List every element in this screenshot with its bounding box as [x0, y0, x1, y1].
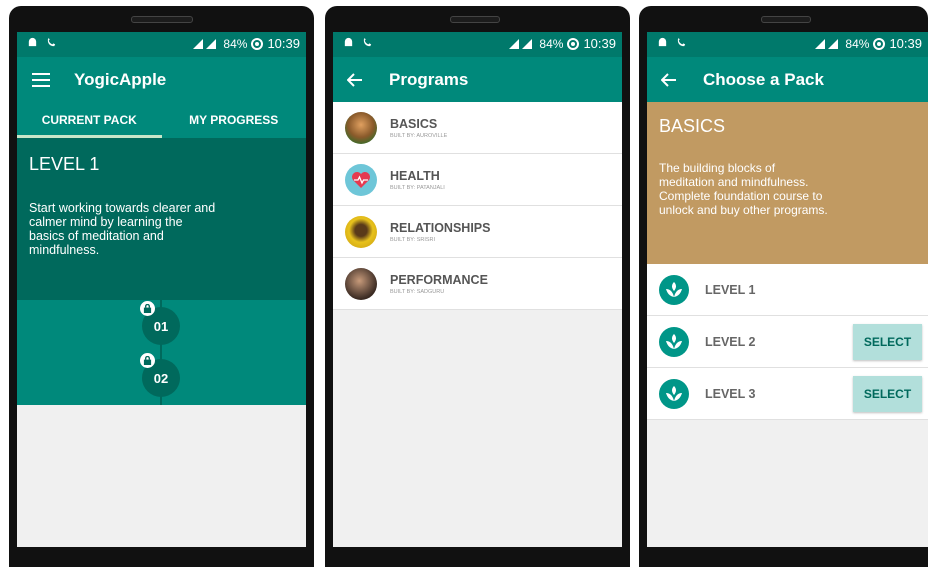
- pack-level-row-2: LEVEL 2 SELECT: [647, 316, 928, 368]
- signal-icon: [509, 38, 533, 49]
- tab-my-progress[interactable]: MY PROGRESS: [162, 102, 307, 138]
- level-label: LEVEL 1: [705, 282, 756, 297]
- screen-programs: 84% 10:39 Programs BASICS BUILT BY: AUROV…: [333, 32, 622, 547]
- toolbar: Programs: [333, 57, 622, 102]
- heart-icon: [345, 163, 377, 196]
- status-bar: 84% 10:39: [17, 32, 306, 57]
- level-node-label: 01: [153, 318, 169, 334]
- android-notification-icon: [28, 37, 37, 47]
- level-node-label: 02: [153, 370, 169, 386]
- back-arrow-icon[interactable]: [661, 72, 677, 87]
- clock-time: 10:39: [267, 36, 300, 51]
- signal-icon: [193, 38, 217, 49]
- phone-notification-icon: [677, 37, 686, 47]
- program-author: BUILT BY: AUROVILLE: [390, 132, 448, 139]
- relationships-avatar: [345, 215, 377, 248]
- select-level-3-button[interactable]: SELECT: [853, 376, 922, 412]
- program-name: RELATIONSHIPS: [390, 220, 491, 235]
- screen-choose-pack: 84% 10:39 Choose a Pack BASICS The build…: [647, 32, 928, 547]
- screen-home: 84% 10:39 YogicApple CURRENT PACK MY PRO…: [17, 32, 306, 547]
- clock-time: 10:39: [889, 36, 922, 51]
- pack-hero: BASICS The building blocks of meditation…: [647, 102, 928, 264]
- back-arrow-icon[interactable]: [347, 72, 363, 87]
- android-notification-icon: [658, 37, 667, 47]
- level-node-01[interactable]: 01: [140, 301, 180, 345]
- phone-frame-2: 84% 10:39 Programs BASICS BUILT BY: AUROV…: [325, 6, 630, 567]
- android-notification-icon: [344, 37, 353, 47]
- program-item-basics[interactable]: BASICS BUILT BY: AUROVILLE: [333, 102, 622, 154]
- pack-level-row-1: LEVEL 1: [647, 264, 928, 316]
- menu-icon[interactable]: [32, 72, 50, 87]
- signal-icon: [815, 38, 839, 49]
- battery-percent: 84%: [223, 36, 248, 51]
- select-level-2-button[interactable]: SELECT: [853, 324, 922, 360]
- program-name: HEALTH: [390, 168, 440, 183]
- tab-current-pack[interactable]: CURRENT PACK: [17, 102, 162, 138]
- lotus-icon: [659, 326, 689, 357]
- phone-notification-icon: [47, 37, 56, 47]
- level-label: LEVEL 3: [705, 386, 756, 401]
- program-item-relationships[interactable]: RELATIONSHIPS BUILT BY: SRISRI: [333, 206, 622, 258]
- level-node-02[interactable]: 02: [140, 353, 180, 397]
- page-title: Programs: [389, 69, 469, 89]
- pack-level-list: LEVEL 1 LEVEL 2 SELECT LEVEL 3 SELECT: [647, 264, 928, 420]
- speaker-grille: [761, 16, 811, 23]
- page-title: Choose a Pack: [703, 69, 824, 89]
- phone-bezel-bottom: [325, 547, 630, 567]
- program-item-performance[interactable]: PERFORMANCE BUILT BY: SADGURU: [333, 258, 622, 310]
- battery-percent: 84%: [539, 36, 564, 51]
- speaker-grille: [450, 16, 500, 23]
- performance-avatar: [345, 267, 377, 300]
- program-list: BASICS BUILT BY: AUROVILLE HEALTH BUILT BY…: [333, 102, 622, 310]
- program-name: BASICS: [390, 116, 438, 131]
- phone-frame-3: 84% 10:39 Choose a Pack BASICS The build…: [639, 6, 928, 567]
- battery-percent: 84%: [845, 36, 870, 51]
- phone-frame-1: 84% 10:39 YogicApple CURRENT PACK MY PRO…: [9, 6, 314, 567]
- tab-bar: CURRENT PACK MY PROGRESS: [17, 102, 306, 138]
- pack-level-row-3: LEVEL 3 SELECT: [647, 368, 928, 420]
- basics-avatar: [345, 111, 377, 144]
- hero-title: LEVEL 1: [29, 154, 100, 174]
- phone-bezel-bottom: [9, 547, 314, 567]
- program-author: BUILT BY: SRISRI: [390, 236, 436, 243]
- phone-notification-icon: [363, 37, 372, 47]
- level-label: LEVEL 2: [705, 334, 756, 349]
- pack-description: The building blocks of meditation and mi…: [659, 161, 828, 217]
- level-hero: LEVEL 1 Start working towards clearer an…: [17, 138, 306, 300]
- toolbar: YogicApple: [17, 57, 306, 102]
- lotus-icon: [659, 378, 689, 409]
- battery-icon: [251, 37, 264, 50]
- program-author: BUILT BY: PATANJALI: [390, 184, 445, 191]
- program-name: PERFORMANCE: [390, 272, 488, 287]
- app-title: YogicApple: [74, 69, 167, 89]
- pack-title: BASICS: [659, 116, 726, 136]
- program-item-health[interactable]: HEALTH BUILT BY: PATANJALI: [333, 154, 622, 206]
- toolbar: Choose a Pack: [647, 57, 928, 102]
- phone-bezel-bottom: [639, 547, 928, 567]
- status-bar: 84% 10:39: [333, 32, 622, 57]
- level-path: 01 02: [17, 300, 306, 405]
- lotus-icon: [659, 274, 689, 305]
- hero-description: Start working towards clearer and calmer…: [29, 201, 216, 257]
- speaker-grille: [131, 16, 193, 23]
- clock-time: 10:39: [583, 36, 616, 51]
- program-author: BUILT BY: SADGURU: [390, 288, 445, 295]
- lock-icon: [140, 301, 155, 316]
- lock-icon: [140, 353, 155, 368]
- status-bar: 84% 10:39: [647, 32, 928, 57]
- battery-icon: [567, 37, 580, 50]
- battery-icon: [873, 37, 886, 50]
